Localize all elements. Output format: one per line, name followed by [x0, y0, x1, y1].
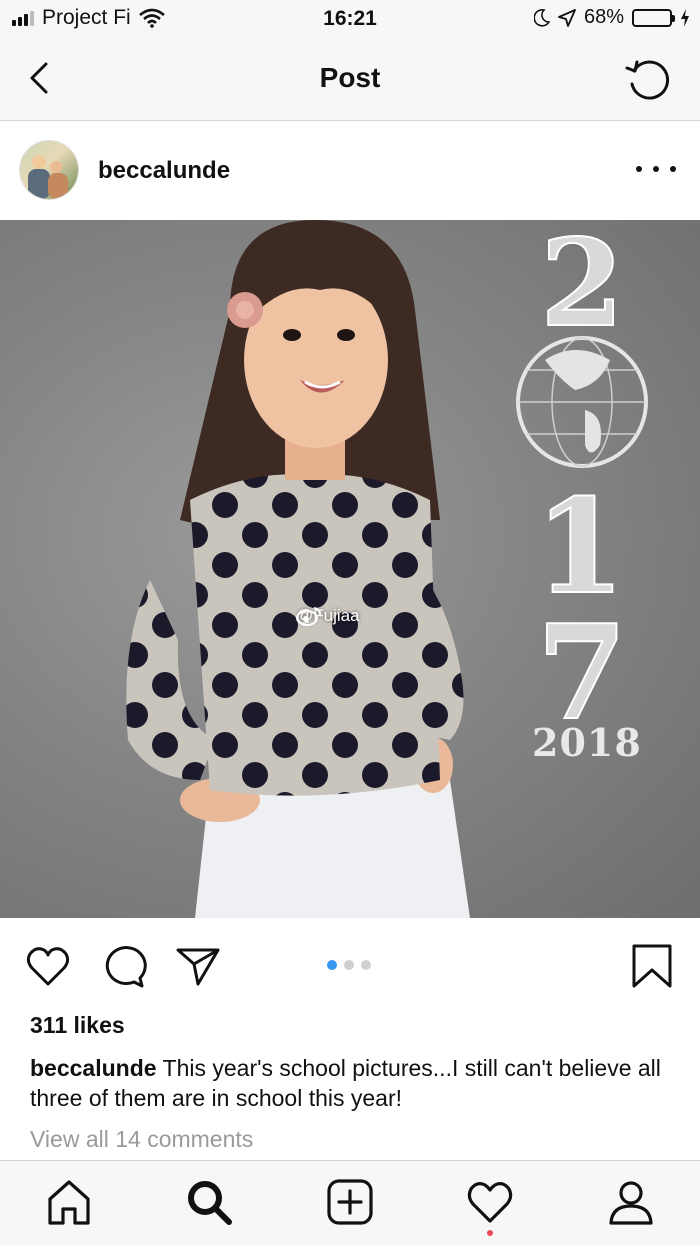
- refresh-icon[interactable]: [624, 56, 672, 104]
- more-options-icon[interactable]: [636, 159, 676, 179]
- search-icon[interactable]: [184, 1177, 234, 1227]
- weibo-icon: [296, 607, 321, 626]
- chalk-digit-2: 2: [540, 220, 624, 354]
- post-caption: beccalunde This year's school pictures..…: [30, 1053, 670, 1113]
- share-paper-plane-icon[interactable]: [174, 942, 222, 990]
- post-actions: [0, 918, 700, 1010]
- chalk-year: 2018: [532, 720, 642, 765]
- charging-bolt-icon: [681, 8, 689, 27]
- post-header: beccalunde: [0, 121, 700, 219]
- navigation-bar: Post: [0, 40, 700, 121]
- avatar[interactable]: [20, 141, 78, 199]
- home-icon[interactable]: [44, 1177, 94, 1227]
- profile-icon[interactable]: [606, 1177, 656, 1227]
- save-bookmark-icon[interactable]: [628, 942, 676, 990]
- like-count[interactable]: 311 likes: [30, 1012, 125, 1039]
- carousel-dot: [344, 960, 354, 970]
- carousel-dot: [327, 960, 337, 970]
- add-post-icon[interactable]: [325, 1177, 375, 1227]
- status-bar: Project Fi 16:21 68%: [0, 0, 700, 40]
- carousel-indicator: [327, 960, 371, 970]
- bottom-tab-bar: [0, 1160, 700, 1245]
- comment-bubble-icon[interactable]: [100, 942, 148, 990]
- photo-illustration: 2 1 7: [126, 220, 648, 918]
- caption-username[interactable]: beccalunde: [30, 1055, 157, 1081]
- do-not-disturb-moon-icon: [533, 8, 550, 27]
- activity-heart-icon[interactable]: [465, 1177, 515, 1227]
- view-comments-link[interactable]: View all 14 comments: [30, 1126, 253, 1153]
- status-right: 68%: [533, 6, 690, 29]
- like-heart-icon[interactable]: [24, 942, 72, 990]
- battery-icon: [632, 8, 675, 27]
- post-username[interactable]: beccalunde: [98, 157, 230, 185]
- activity-notification-dot: [487, 1230, 493, 1236]
- battery-percent: 68%: [583, 6, 624, 28]
- page-title: Post: [319, 62, 381, 93]
- globe-drawing: [516, 336, 648, 468]
- photo-watermark: @Fujiaa: [296, 606, 360, 626]
- carousel-dot: [361, 960, 371, 970]
- post-photo[interactable]: 2 1 7 2018 @Fujiaa: [0, 220, 700, 918]
- location-arrow-icon: [558, 8, 576, 27]
